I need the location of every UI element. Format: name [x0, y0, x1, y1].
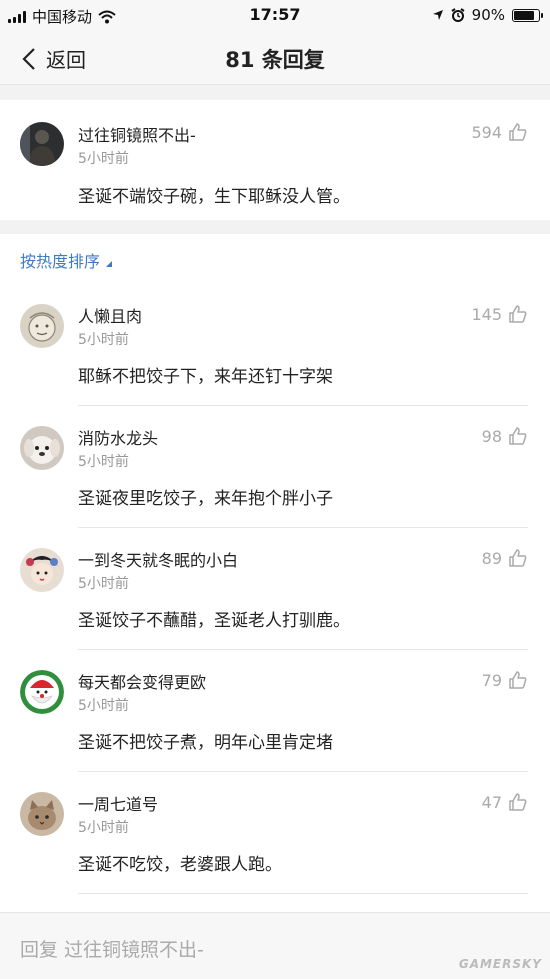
reply-bar: 回复 过往铜镜照不出- GAMERSKY: [0, 912, 550, 979]
comment-username[interactable]: 人懒且肉: [78, 303, 142, 327]
comment-time: 5小时前: [78, 576, 129, 592]
avatar[interactable]: [20, 670, 64, 714]
comment-text: 圣诞不把饺子煮，明年心里肯定堵: [78, 733, 333, 753]
comment-text: 圣诞不吃饺，老婆跟人跑。: [78, 855, 282, 875]
avatar[interactable]: [20, 792, 64, 836]
comment-item: 一周七道号 5小时前 圣诞不吃饺，老婆跟人跑。 47: [0, 772, 550, 894]
avatar[interactable]: [20, 122, 64, 166]
comment-time: 5小时前: [78, 454, 129, 470]
nav-bar: 返回 81 条回复: [0, 30, 550, 85]
location-icon: [432, 10, 443, 20]
thumbs-up-icon: [509, 671, 527, 689]
like-count: 79: [481, 670, 502, 690]
like-count: 594: [471, 122, 502, 142]
like-count: 89: [481, 548, 502, 568]
comment-username[interactable]: 一周七道号: [78, 791, 158, 815]
like-button[interactable]: 79: [482, 670, 528, 690]
comment-text: 圣诞夜里吃饺子，来年抱个胖小子: [78, 489, 333, 509]
battery-icon: [512, 8, 543, 22]
sort-label: 按热度排序: [20, 252, 101, 271]
page-title: 81 条回复: [225, 48, 325, 72]
comment-time: 5小时前: [78, 698, 129, 714]
comment-item: 消防水龙头 5小时前 圣诞夜里吃饺子，来年抱个胖小子 98: [0, 406, 550, 528]
thumbs-up-icon: [509, 427, 527, 445]
comment-time: 5小时前: [78, 151, 129, 167]
parent-comment: 过往铜镜照不出- 5小时前 圣诞不端饺子碗，生下耶稣没人管。 594: [0, 100, 550, 220]
comment-item: 人懒且肉 5小时前 耶稣不把饺子下，来年还钉十字架 145: [0, 284, 550, 406]
comment-text: 圣诞饺子不蘸醋，圣诞老人打驯鹿。: [78, 611, 350, 631]
comment-time: 5小时前: [78, 820, 129, 836]
like-button[interactable]: 145: [471, 304, 528, 324]
watermark: GAMERSKY: [458, 957, 542, 971]
thumbs-up-icon: [509, 793, 527, 811]
comment-item: 一到冬天就冬眠的小白 5小时前 圣诞饺子不蘸醋，圣诞老人打驯鹿。 89: [0, 528, 550, 650]
sort-bar: 按热度排序: [0, 234, 550, 284]
comment-time: 5小时前: [78, 332, 129, 348]
sort-by-hot-button[interactable]: 按热度排序: [20, 248, 113, 272]
comment-text: 圣诞不端饺子碗，生下耶稣没人管。: [78, 187, 350, 207]
comment-username[interactable]: 一到冬天就冬眠的小白: [78, 547, 238, 571]
comment-list: 人懒且肉 5小时前 耶稣不把饺子下，来年还钉十字架 145 消防水龙头 5小时前…: [0, 284, 550, 912]
battery-fill: [514, 10, 534, 20]
like-button[interactable]: 594: [471, 122, 528, 142]
divider: [78, 893, 528, 894]
comment-username[interactable]: 消防水龙头: [78, 425, 158, 449]
like-button[interactable]: 47: [482, 792, 528, 812]
comment-item: 每天都会变得更欧 5小时前 圣诞不把饺子煮，明年心里肯定堵 79: [0, 650, 550, 772]
alarm-icon: [451, 8, 465, 22]
status-bar: 中国移动 17:57 90%: [0, 0, 550, 30]
avatar[interactable]: [20, 548, 64, 592]
comment-text: 耶稣不把饺子下，来年还钉十字架: [78, 367, 333, 387]
thumbs-up-icon: [509, 305, 527, 323]
like-button[interactable]: 89: [482, 548, 528, 568]
reply-input[interactable]: 回复 过往铜镜照不出-: [20, 935, 204, 962]
thumbs-up-icon: [509, 123, 527, 141]
comment-username[interactable]: 每天都会变得更欧: [78, 669, 206, 693]
like-count: 98: [481, 426, 502, 446]
avatar[interactable]: [20, 304, 64, 348]
avatar[interactable]: [20, 426, 64, 470]
sort-triangle-icon: [106, 261, 113, 267]
comment-username[interactable]: 过往铜镜照不出-: [78, 122, 196, 146]
like-button[interactable]: 98: [482, 426, 528, 446]
battery-percent: 90%: [471, 6, 505, 24]
like-count: 145: [471, 304, 502, 324]
thumbs-up-icon: [509, 549, 527, 567]
like-count: 47: [481, 792, 502, 812]
